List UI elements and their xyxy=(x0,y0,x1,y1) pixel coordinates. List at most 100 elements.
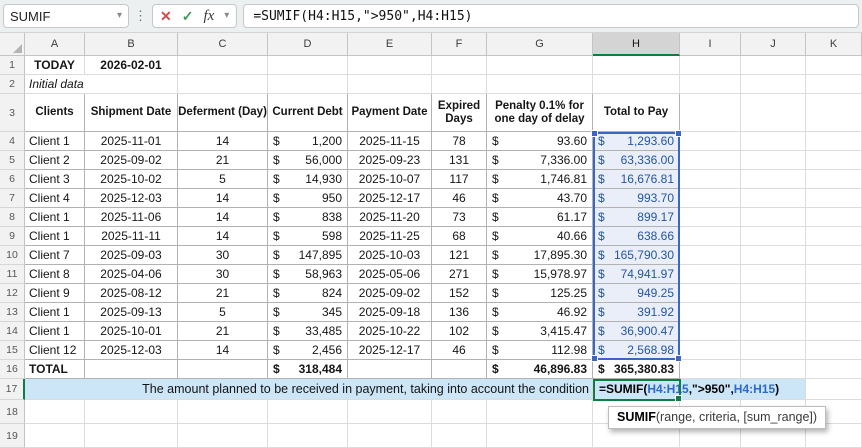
cell-D2[interactable] xyxy=(268,75,348,94)
cell-C15[interactable]: 14 xyxy=(178,341,268,360)
cell-I15[interactable] xyxy=(680,341,741,360)
cell-E1[interactable] xyxy=(348,56,432,75)
cell-G13[interactable]: $46.92 xyxy=(487,303,593,322)
cell-J1[interactable] xyxy=(741,56,806,75)
cell-C10[interactable]: 30 xyxy=(178,246,268,265)
cell-I6[interactable] xyxy=(680,170,741,189)
cell-C19[interactable] xyxy=(178,424,268,448)
cell-D9[interactable]: $598 xyxy=(268,227,348,246)
row-header-1[interactable]: 1 xyxy=(0,56,25,75)
cell-J4[interactable] xyxy=(741,132,806,151)
cell-J5[interactable] xyxy=(741,151,806,170)
row-header-15[interactable]: 15 xyxy=(0,341,25,360)
cell-K1[interactable] xyxy=(806,56,862,75)
cell-E13[interactable]: 2025-09-18 xyxy=(348,303,432,322)
cell-J16[interactable] xyxy=(741,360,806,379)
cell-K9[interactable] xyxy=(806,227,862,246)
cell-F12[interactable]: 152 xyxy=(432,284,487,303)
cell-B14[interactable]: 2025-10-01 xyxy=(85,322,178,341)
row-header-12[interactable]: 12 xyxy=(0,284,25,303)
cell-B18[interactable] xyxy=(85,400,178,424)
cell-G16[interactable]: $46,896.83 xyxy=(487,360,593,379)
cell-J11[interactable] xyxy=(741,265,806,284)
cell-G9[interactable]: $40.66 xyxy=(487,227,593,246)
select-all-button[interactable] xyxy=(0,33,25,56)
cell-G1[interactable] xyxy=(487,56,593,75)
cell-D8[interactable]: $838 xyxy=(268,208,348,227)
cell-J10[interactable] xyxy=(741,246,806,265)
cell-A8[interactable]: Client 1 xyxy=(25,208,85,227)
cell-F14[interactable]: 102 xyxy=(432,322,487,341)
cell-C8[interactable]: 14 xyxy=(178,208,268,227)
cell-F4[interactable]: 78 xyxy=(432,132,487,151)
cell-I5[interactable] xyxy=(680,151,741,170)
row-header-3[interactable]: 3 xyxy=(0,94,25,132)
cell-A11[interactable]: Client 8 xyxy=(25,265,85,284)
row-header-13[interactable]: 13 xyxy=(0,303,25,322)
row-header-16[interactable]: 16 xyxy=(0,360,25,379)
cell-K11[interactable] xyxy=(806,265,862,284)
cell-C2[interactable] xyxy=(178,75,268,94)
cell-F13[interactable]: 136 xyxy=(432,303,487,322)
cell-G7[interactable]: $43.70 xyxy=(487,189,593,208)
cell-F9[interactable]: 68 xyxy=(432,227,487,246)
cell-B9[interactable]: 2025-11-11 xyxy=(85,227,178,246)
cell-I16[interactable] xyxy=(680,360,741,379)
cell-H4[interactable]: $1,293.60 xyxy=(593,132,680,151)
chevron-down-icon[interactable]: ▾ xyxy=(117,11,122,21)
cell-K15[interactable] xyxy=(806,341,862,360)
cell-A9[interactable]: Client 1 xyxy=(25,227,85,246)
cell-B3[interactable]: Shipment Date xyxy=(85,94,178,132)
cell-B10[interactable]: 2025-09-03 xyxy=(85,246,178,265)
col-header-E[interactable]: E xyxy=(348,33,432,56)
col-header-B[interactable]: B xyxy=(85,33,178,56)
cell-G8[interactable]: $61.17 xyxy=(487,208,593,227)
col-header-D[interactable]: D xyxy=(268,33,348,56)
cell-J8[interactable] xyxy=(741,208,806,227)
cell-E3[interactable]: Payment Date xyxy=(348,94,432,132)
cell-A18[interactable] xyxy=(25,400,85,424)
cell-H11[interactable]: $74,941.97 xyxy=(593,265,680,284)
row-header-19[interactable]: 19 xyxy=(0,424,25,448)
cell-F8[interactable]: 73 xyxy=(432,208,487,227)
cell-C18[interactable] xyxy=(178,400,268,424)
row-header-9[interactable]: 9 xyxy=(0,227,25,246)
cell-K4[interactable] xyxy=(806,132,862,151)
cell-C12[interactable]: 21 xyxy=(178,284,268,303)
chevron-down-icon[interactable]: ▾ xyxy=(224,11,229,21)
cell-K2[interactable] xyxy=(806,75,862,94)
cell-H16[interactable]: $365,380.83 xyxy=(593,360,680,379)
cell-K8[interactable] xyxy=(806,208,862,227)
cell-E4[interactable]: 2025-11-15 xyxy=(348,132,432,151)
cell-E7[interactable]: 2025-12-17 xyxy=(348,189,432,208)
cell-F1[interactable] xyxy=(432,56,487,75)
cell-G10[interactable]: $17,895.30 xyxy=(487,246,593,265)
row-header-4[interactable]: 4 xyxy=(0,132,25,151)
cell-D13[interactable]: $345 xyxy=(268,303,348,322)
cell-C16[interactable] xyxy=(178,360,268,379)
row-header-14[interactable]: 14 xyxy=(0,322,25,341)
cell-I1[interactable] xyxy=(680,56,741,75)
cell-A19[interactable] xyxy=(25,424,85,448)
row-header-2[interactable]: 2 xyxy=(0,75,25,94)
formula-input[interactable]: =SUMIF(H4:H15,">950",H4:H15) xyxy=(243,4,859,28)
cell-H12[interactable]: $949.25 xyxy=(593,284,680,303)
cell-K3[interactable] xyxy=(806,94,862,132)
cell-H13[interactable]: $391.92 xyxy=(593,303,680,322)
cell-H14[interactable]: $36,900.47 xyxy=(593,322,680,341)
cell-G18[interactable] xyxy=(487,400,593,424)
cell-D3[interactable]: Current Debt xyxy=(268,94,348,132)
confirm-icon[interactable]: ✓ xyxy=(182,8,194,25)
cell-A17-banner[interactable]: The amount planned to be received in pay… xyxy=(25,379,593,400)
cell-F2[interactable] xyxy=(432,75,487,94)
cell-B5[interactable]: 2025-09-02 xyxy=(85,151,178,170)
cell-A5[interactable]: Client 2 xyxy=(25,151,85,170)
cell-F15[interactable]: 46 xyxy=(432,341,487,360)
row-header-17-active[interactable]: 17 xyxy=(0,379,25,400)
cell-D4[interactable]: $1,200 xyxy=(268,132,348,151)
cell-C11[interactable]: 30 xyxy=(178,265,268,284)
cell-H5[interactable]: $63,336.00 xyxy=(593,151,680,170)
cell-I10[interactable] xyxy=(680,246,741,265)
cell-I11[interactable] xyxy=(680,265,741,284)
cancel-icon[interactable]: ✕ xyxy=(160,8,172,25)
